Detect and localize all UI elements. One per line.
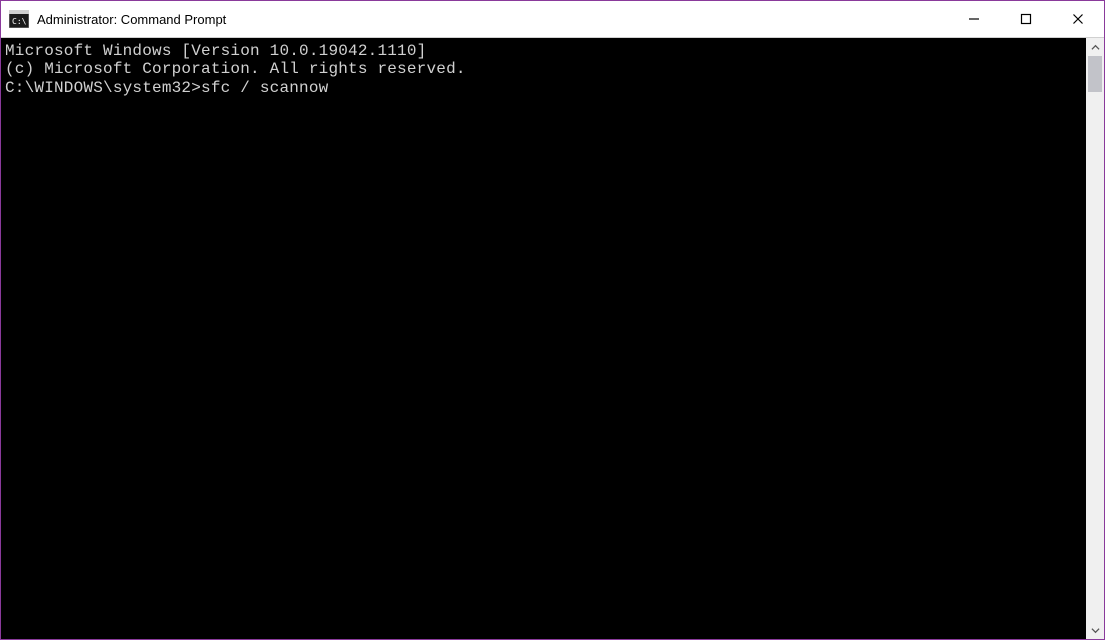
window-title: Administrator: Command Prompt: [37, 12, 226, 27]
scroll-track[interactable]: [1086, 56, 1104, 621]
svg-text:C:\: C:\: [12, 17, 27, 26]
prompt-line: C:\WINDOWS\system32>sfc / scannow: [5, 79, 1086, 97]
command-input[interactable]: sfc / scannow: [201, 79, 328, 97]
maximize-button[interactable]: [1000, 1, 1052, 37]
terminal-line: Microsoft Windows [Version 10.0.19042.11…: [5, 42, 1086, 60]
terminal-output[interactable]: Microsoft Windows [Version 10.0.19042.11…: [1, 38, 1086, 639]
close-button[interactable]: [1052, 1, 1104, 37]
titlebar[interactable]: C:\ Administrator: Command Prompt: [1, 1, 1104, 38]
scroll-up-button[interactable]: [1086, 38, 1104, 56]
minimize-button[interactable]: [948, 1, 1000, 37]
prompt-path: C:\WINDOWS\system32>: [5, 79, 201, 97]
title-left: C:\ Administrator: Command Prompt: [9, 10, 226, 28]
scroll-thumb[interactable]: [1088, 56, 1102, 92]
client-area: Microsoft Windows [Version 10.0.19042.11…: [1, 38, 1104, 639]
scroll-down-button[interactable]: [1086, 621, 1104, 639]
terminal-line: (c) Microsoft Corporation. All rights re…: [5, 60, 1086, 78]
command-prompt-window: C:\ Administrator: Command Prompt Micros…: [0, 0, 1105, 640]
vertical-scrollbar[interactable]: [1086, 38, 1104, 639]
window-controls: [948, 1, 1104, 37]
cmd-icon: C:\: [9, 10, 29, 28]
